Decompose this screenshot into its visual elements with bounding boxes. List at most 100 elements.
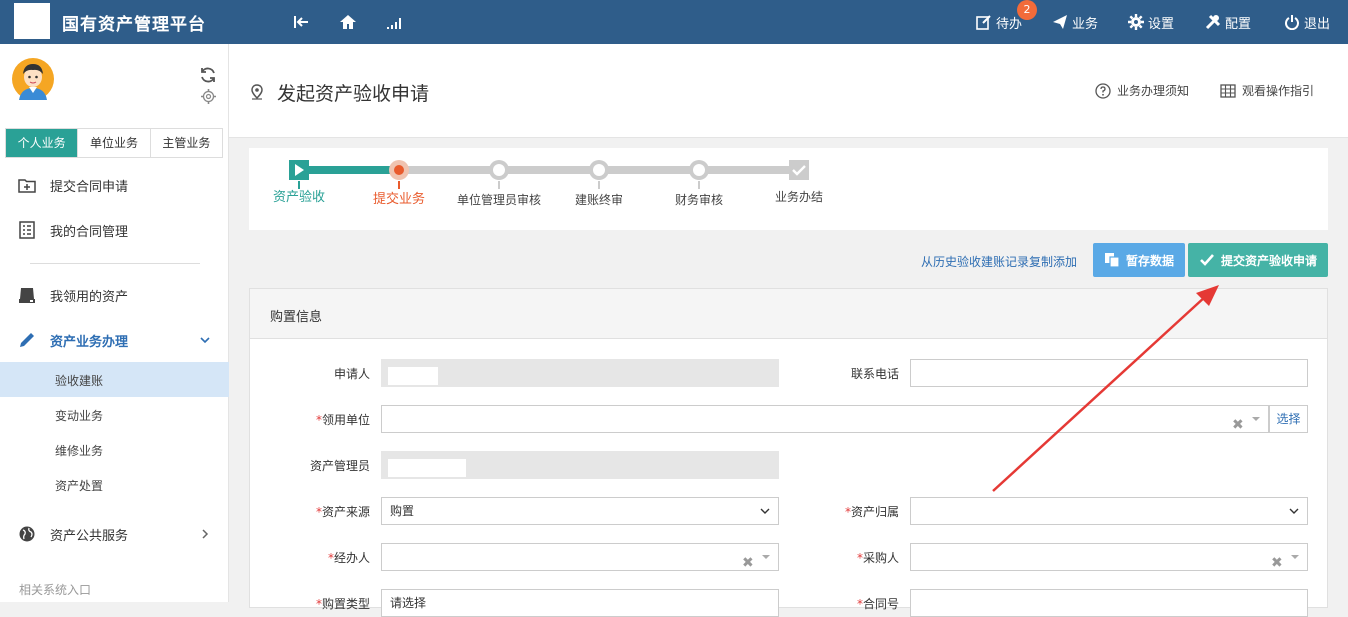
menu-label: 提交合同申请 xyxy=(50,179,129,195)
ownership-select[interactable] xyxy=(910,497,1308,525)
nav-settings[interactable]: 设置 xyxy=(1128,12,1174,32)
tab-personal[interactable]: 个人业务 xyxy=(6,129,79,157)
menu-label: 资产业务办理 xyxy=(50,334,129,350)
caret-down-icon xyxy=(1252,417,1260,421)
app-title: 国有资产管理平台 xyxy=(62,15,206,35)
menu-submit-contract[interactable]: 提交合同申请 xyxy=(0,167,229,203)
settings-gear-icon[interactable] xyxy=(200,88,217,105)
clear-icon[interactable]: ✖ xyxy=(1232,412,1244,438)
step-connector-done xyxy=(309,166,399,174)
step-tick xyxy=(298,181,300,189)
chevron-right-icon xyxy=(202,529,209,539)
add-folder-icon xyxy=(18,179,36,193)
collapse-sidebar-icon[interactable] xyxy=(292,12,312,32)
grid-table-icon xyxy=(1220,83,1236,98)
step-tick xyxy=(698,181,700,189)
menu-my-assets[interactable]: 我领用的资产 xyxy=(0,277,229,313)
document-list-icon xyxy=(19,221,35,239)
purchaser-label: *采购人 xyxy=(779,549,899,566)
handler-select[interactable]: ✖ xyxy=(381,543,779,571)
save-draft-button[interactable]: 暂存数据 xyxy=(1093,243,1185,277)
nav-logout[interactable]: 退出 xyxy=(1284,12,1330,32)
handler-label: *经办人 xyxy=(250,549,370,566)
unit-label: *领用单位 xyxy=(250,411,370,428)
power-icon xyxy=(1285,15,1299,30)
step-node xyxy=(489,160,509,180)
progress-steps: 资产验收 提交业务 单位管理员审核 建账终审 财务审核 业务办结 xyxy=(249,148,1328,230)
redacted-block xyxy=(388,459,466,477)
tab-supervisor[interactable]: 主管业务 xyxy=(150,129,222,157)
asset-admin-label: 资产管理员 xyxy=(250,457,370,474)
menu-label: 我的合同管理 xyxy=(50,224,129,240)
menu-public-service[interactable]: 资产公共服务 xyxy=(0,516,229,552)
copy-from-history-link[interactable]: 从历史验收建账记录复制添加 xyxy=(921,253,1077,270)
submit-application-label: 提交资产验收申请 xyxy=(1220,253,1317,268)
globe-icon xyxy=(19,526,35,542)
applicant-label-text: 申请人 xyxy=(333,367,370,381)
edit-icon xyxy=(976,15,991,30)
redacted-block xyxy=(388,367,438,385)
submenu-acceptance[interactable]: 验收建账 xyxy=(0,362,229,397)
nav-todo[interactable]: 待办 xyxy=(976,12,1022,32)
gear-icon xyxy=(1128,14,1144,30)
asset-admin-label-text: 资产管理员 xyxy=(309,459,370,473)
handler-label-text: 经办人 xyxy=(333,551,370,565)
menu-label: 资产公共服务 xyxy=(50,528,129,544)
submenu-label: 资产处置 xyxy=(55,479,104,493)
applicant-field xyxy=(381,359,779,387)
check-step-icon xyxy=(789,160,809,180)
related-systems-label: 相关系统入口 xyxy=(19,583,92,597)
wrench-icon xyxy=(1205,14,1221,30)
step-tick xyxy=(498,181,500,189)
panel-header: 购置信息 xyxy=(250,289,1327,339)
signal-icon[interactable] xyxy=(384,12,404,32)
nav-business[interactable]: 业务 xyxy=(1052,12,1098,32)
clear-icon[interactable]: ✖ xyxy=(1271,550,1283,576)
source-select[interactable]: 购置 xyxy=(381,497,779,525)
top-bar: 国有资产管理平台 待办 2 业务 设置 配置 退出 xyxy=(0,0,1348,44)
caret-down-icon xyxy=(1291,555,1299,559)
submenu-disposal[interactable]: 资产处置 xyxy=(0,467,229,502)
choose-unit-button[interactable]: 选择 xyxy=(1269,405,1308,433)
submenu-repair[interactable]: 维修业务 xyxy=(0,432,229,467)
refresh-icon[interactable] xyxy=(199,66,217,84)
source-label-text: 资产来源 xyxy=(321,505,370,519)
nav-business-label: 业务 xyxy=(1072,16,1099,32)
chevron-down-icon xyxy=(1289,508,1299,514)
contract-no-input[interactable] xyxy=(910,589,1308,617)
step-tick xyxy=(598,181,600,189)
step-label: 单位管理员审核 xyxy=(456,193,541,207)
paper-plane-icon xyxy=(1053,15,1067,29)
submit-application-button[interactable]: 提交资产验收申请 xyxy=(1188,243,1328,277)
phone-input[interactable] xyxy=(910,359,1308,387)
check-icon xyxy=(1200,254,1214,266)
contract-no-label: *合同号 xyxy=(779,595,899,612)
copy-icon xyxy=(1104,253,1120,268)
todo-count-badge: 2 xyxy=(1017,0,1037,20)
ownership-label: *资产归属 xyxy=(779,503,899,520)
menu-label: 我领用的资产 xyxy=(50,289,129,305)
purchase-type-select[interactable]: 请选择 xyxy=(381,589,779,617)
business-guide-link[interactable]: 业务办理须知 xyxy=(1095,82,1189,99)
nav-logout-label: 退出 xyxy=(1304,16,1331,32)
unit-select[interactable]: ✖ xyxy=(381,405,1269,433)
clear-icon[interactable]: ✖ xyxy=(742,550,754,576)
nav-config-label: 配置 xyxy=(1225,16,1252,32)
step-label: 业务办结 xyxy=(774,190,823,204)
unit-label-text: 领用单位 xyxy=(321,413,370,427)
page-header: 发起资产验收申请 业务办理须知 观看操作指引 xyxy=(229,44,1348,138)
tab-unit[interactable]: 单位业务 xyxy=(78,129,151,157)
purchase-type-label: *购置类型 xyxy=(250,595,370,612)
avatar[interactable] xyxy=(12,58,54,100)
location-pin-icon xyxy=(251,84,263,100)
submenu-change[interactable]: 变动业务 xyxy=(0,397,229,432)
contract-no-label-text: 合同号 xyxy=(862,597,899,611)
menu-asset-business[interactable]: 资产业务办理 xyxy=(0,322,229,358)
nav-config[interactable]: 配置 xyxy=(1205,12,1251,32)
drive-icon xyxy=(19,288,35,303)
menu-my-contracts[interactable]: 我的合同管理 xyxy=(0,212,229,248)
operation-guide-link[interactable]: 观看操作指引 xyxy=(1220,82,1314,99)
home-icon[interactable] xyxy=(338,12,358,32)
purchaser-select[interactable]: ✖ xyxy=(910,543,1308,571)
sidebar: 个人业务 单位业务 主管业务 提交合同申请 我的合同管理 我领用的资产 资产业务… xyxy=(0,44,229,602)
